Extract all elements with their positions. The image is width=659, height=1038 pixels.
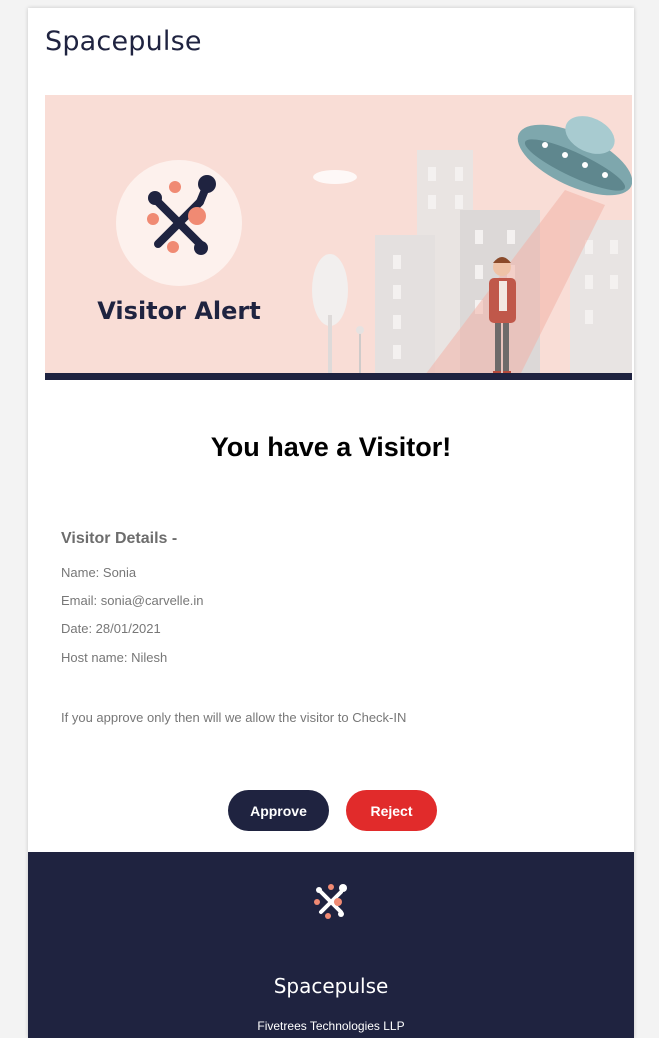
footer: Spacepulse Fivetrees Technologies LLP bbox=[28, 852, 634, 1038]
approval-note: If you approve only then will we allow t… bbox=[61, 710, 407, 725]
host-name: Host name: Nilesh bbox=[61, 650, 168, 665]
visitor-name: Name: Sonia bbox=[61, 565, 137, 580]
footer-company: Fivetrees Technologies LLP bbox=[257, 1019, 405, 1033]
email-card: Spacepulse Visitor Alert You have a Visi… bbox=[28, 8, 634, 1038]
footer-brand: Spacepulse bbox=[273, 974, 389, 998]
visitor-details-title: Visitor Details - bbox=[61, 530, 178, 547]
header-brand: Spacepulse bbox=[45, 26, 202, 57]
visitor-email: Email: sonia@carvelle.in bbox=[61, 593, 204, 608]
approve-button[interactable]: Approve bbox=[228, 790, 329, 831]
visit-date: Date: 28/01/2021 bbox=[61, 621, 161, 636]
footer-logo-icon bbox=[314, 884, 347, 919]
page-headline: You have a Visitor! bbox=[210, 432, 452, 462]
banner-title: Visitor Alert bbox=[97, 297, 260, 325]
visitor-alert-banner: Visitor Alert bbox=[45, 95, 632, 380]
reject-button[interactable]: Reject bbox=[346, 790, 437, 831]
